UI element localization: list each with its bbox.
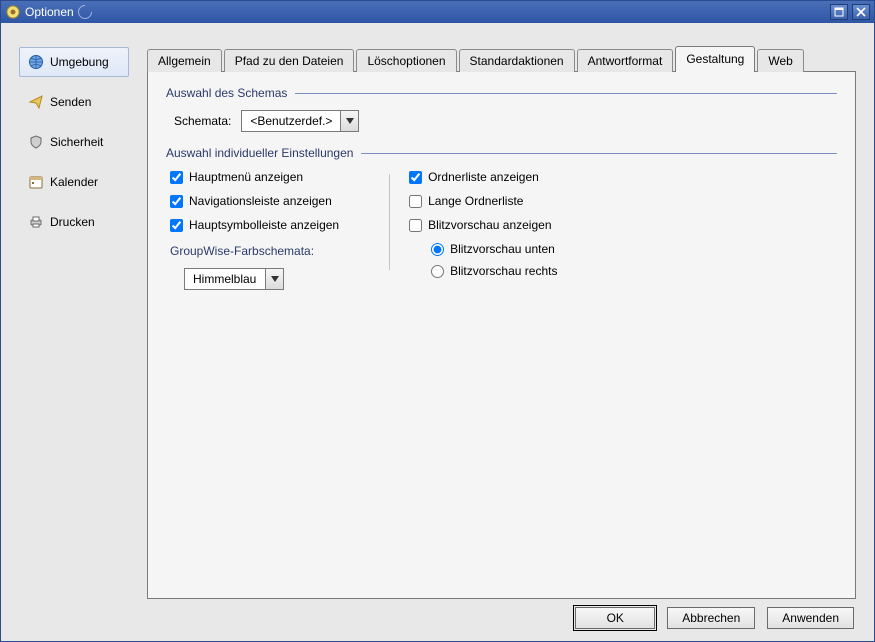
schema-dropdown-value: <Benutzerdef.> xyxy=(242,111,340,131)
window-title: Optionen xyxy=(25,5,74,19)
group-divider xyxy=(361,153,837,154)
content-area: Umgebung Senden Sicherheit Kalender Druc… xyxy=(1,23,874,641)
sidebar: Umgebung Senden Sicherheit Kalender Druc… xyxy=(19,47,129,599)
suse-swirl-icon xyxy=(75,2,95,22)
tab-label: Antwortformat xyxy=(588,54,663,68)
ok-button[interactable]: OK xyxy=(575,607,655,629)
checkbox-label: Hauptsymbolleiste anzeigen xyxy=(189,218,339,232)
colorscheme-dropdown[interactable]: Himmelblau xyxy=(184,268,284,290)
checkbox-toolbar[interactable]: Hauptsymbolleiste anzeigen xyxy=(170,218,339,232)
checkbox-label: Lange Ordnerliste xyxy=(428,194,523,208)
send-icon xyxy=(28,94,44,110)
apply-button[interactable]: Anwenden xyxy=(767,607,854,629)
window-root: Optionen Umgebung Senden Sich xyxy=(0,0,875,642)
group-schema: Auswahl des Schemas Schemata: <Benutzerd… xyxy=(166,86,837,132)
tab-web[interactable]: Web xyxy=(757,49,803,72)
tab-loeschoptionen[interactable]: Löschoptionen xyxy=(356,49,456,72)
printer-icon xyxy=(28,214,44,230)
minimize-button[interactable] xyxy=(830,4,848,20)
radio-input[interactable] xyxy=(431,265,444,278)
radio-label: Blitzvorschau rechts xyxy=(450,264,557,278)
checkbox-input[interactable] xyxy=(409,219,422,232)
tab-allgemein[interactable]: Allgemein xyxy=(147,49,222,72)
colorscheme-label: GroupWise-Farbschemata: xyxy=(170,244,339,258)
radio-quickview-bottom[interactable]: Blitzvorschau unten xyxy=(431,242,557,256)
group-title: Auswahl individueller Einstellungen xyxy=(166,146,361,160)
dialog-button-row: OK Abbrechen Anwenden xyxy=(19,599,856,631)
checkbox-long-folderlist[interactable]: Lange Ordnerliste xyxy=(409,194,557,208)
sidebar-item-drucken[interactable]: Drucken xyxy=(19,207,129,237)
tabstrip: Allgemein Pfad zu den Dateien Löschoptio… xyxy=(147,47,856,71)
checkbox-input[interactable] xyxy=(170,171,183,184)
button-label: Anwenden xyxy=(782,611,839,625)
tabpanel-gestaltung: Auswahl des Schemas Schemata: <Benutzerd… xyxy=(147,71,856,599)
checkbox-label: Hauptmenü anzeigen xyxy=(189,170,303,184)
shield-icon xyxy=(28,134,44,150)
tab-label: Standardaktionen xyxy=(470,54,564,68)
tab-label: Löschoptionen xyxy=(367,54,445,68)
checkbox-label: Blitzvorschau anzeigen xyxy=(428,218,551,232)
checkbox-quickview[interactable]: Blitzvorschau anzeigen xyxy=(409,218,557,232)
tab-label: Allgemein xyxy=(158,54,211,68)
radio-input[interactable] xyxy=(431,243,444,256)
chevron-down-icon xyxy=(265,269,283,289)
sidebar-item-label: Kalender xyxy=(50,175,98,189)
quickview-position-group: Blitzvorschau unten Blitzvorschau rechts xyxy=(409,242,557,278)
checkbox-input[interactable] xyxy=(409,171,422,184)
sidebar-item-label: Sicherheit xyxy=(50,135,103,149)
schema-dropdown[interactable]: <Benutzerdef.> xyxy=(241,110,359,132)
app-icon xyxy=(5,4,21,20)
group-individual: Auswahl individueller Einstellungen Haup… xyxy=(166,146,837,290)
group-title: Auswahl des Schemas xyxy=(166,86,295,100)
calendar-icon xyxy=(28,174,44,190)
checkbox-folderlist[interactable]: Ordnerliste anzeigen xyxy=(409,170,557,184)
cancel-button[interactable]: Abbrechen xyxy=(667,607,755,629)
button-label: OK xyxy=(607,611,624,625)
checkbox-input[interactable] xyxy=(409,195,422,208)
checkbox-input[interactable] xyxy=(170,195,183,208)
checkbox-label: Navigationsleiste anzeigen xyxy=(189,194,332,208)
settings-col-right: Ordnerliste anzeigen Lange Ordnerliste B… xyxy=(389,170,557,290)
titlebar: Optionen xyxy=(1,1,874,23)
globe-icon xyxy=(28,54,44,70)
sidebar-item-label: Senden xyxy=(50,95,91,109)
sidebar-item-kalender[interactable]: Kalender xyxy=(19,167,129,197)
tab-label: Web xyxy=(768,54,792,68)
checkbox-input[interactable] xyxy=(170,219,183,232)
tab-gestaltung[interactable]: Gestaltung xyxy=(675,46,755,71)
schema-label: Schemata: xyxy=(174,114,231,128)
sidebar-item-senden[interactable]: Senden xyxy=(19,87,129,117)
radio-quickview-right[interactable]: Blitzvorschau rechts xyxy=(431,264,557,278)
tab-antwortformat[interactable]: Antwortformat xyxy=(577,49,674,72)
tab-label: Gestaltung xyxy=(686,52,744,66)
chevron-down-icon xyxy=(340,111,358,131)
checkbox-navbar[interactable]: Navigationsleiste anzeigen xyxy=(170,194,339,208)
tab-pfad[interactable]: Pfad zu den Dateien xyxy=(224,49,355,72)
colorscheme-dropdown-value: Himmelblau xyxy=(185,269,265,289)
sidebar-item-label: Drucken xyxy=(50,215,95,229)
sidebar-item-umgebung[interactable]: Umgebung xyxy=(19,47,129,77)
checkbox-label: Ordnerliste anzeigen xyxy=(428,170,539,184)
main-panel: Allgemein Pfad zu den Dateien Löschoptio… xyxy=(147,47,856,599)
group-divider xyxy=(295,93,837,94)
checkbox-mainmenu[interactable]: Hauptmenü anzeigen xyxy=(170,170,339,184)
close-button[interactable] xyxy=(852,4,870,20)
settings-col-left: Hauptmenü anzeigen Navigationsleiste anz… xyxy=(170,170,339,290)
button-label: Abbrechen xyxy=(682,611,740,625)
radio-label: Blitzvorschau unten xyxy=(450,242,555,256)
tab-label: Pfad zu den Dateien xyxy=(235,54,344,68)
sidebar-item-label: Umgebung xyxy=(50,55,109,69)
sidebar-item-sicherheit[interactable]: Sicherheit xyxy=(19,127,129,157)
tab-standardaktionen[interactable]: Standardaktionen xyxy=(459,49,575,72)
